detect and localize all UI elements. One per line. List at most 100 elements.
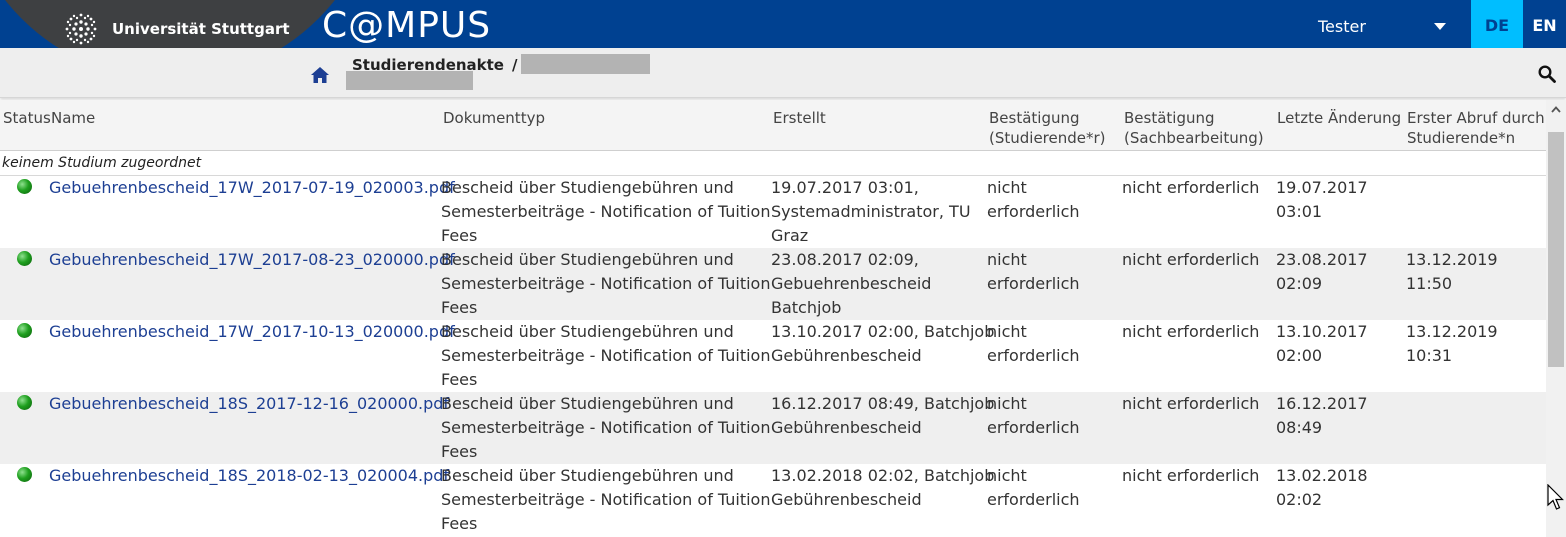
column-header-confirm-student[interactable]: Bestätigung (Studierende*r) (989, 108, 1106, 148)
document-link[interactable]: Gebuehrenbescheid_17W_2017-08-23_020000.… (49, 248, 455, 272)
status-green-icon (17, 323, 32, 338)
scrollbar-thumb[interactable] (1548, 132, 1564, 367)
column-header-confirm-admin-line2: (Sachbearbeitung) (1124, 129, 1264, 147)
document-link[interactable]: Gebuehrenbescheid_18S_2018-02-13_020004.… (49, 464, 449, 488)
first-access-cell: 13.12.2019 10:31 (1406, 322, 1498, 365)
university-name[interactable]: Universität Stuttgart (112, 20, 290, 38)
doctype-line: Fees (441, 226, 478, 245)
column-header-status[interactable]: Status (3, 108, 51, 128)
column-header-name[interactable]: Name (51, 108, 95, 128)
column-header-doctype[interactable]: Dokumenttyp (443, 108, 545, 128)
created-line: 19.07.2017 03:01, (771, 178, 919, 197)
confirm-student-cell: nicht erforderlich (987, 464, 1080, 512)
created-line: Gebührenbescheid (771, 490, 922, 509)
confirm-student-line: erforderlich (987, 202, 1080, 221)
doctype-line: Semesterbeiträge - Notification of Tuiti… (441, 346, 771, 365)
doctype-line: Semesterbeiträge - Notification of Tuiti… (441, 202, 771, 221)
status-green-icon (17, 251, 32, 266)
status-green-icon (17, 395, 32, 410)
confirm-admin-cell: nicht erforderlich (1122, 466, 1260, 485)
column-header-confirm-student-line1: Bestätigung (989, 109, 1080, 127)
confirm-student-line: erforderlich (987, 346, 1080, 365)
mouse-cursor-icon (1547, 484, 1564, 510)
top-header: Universität Stuttgart C@MPUS Tester DE E… (0, 0, 1566, 80)
last-change-time: 08:49 (1276, 418, 1323, 437)
last-change-date: 16.12.2017 (1276, 394, 1368, 413)
table-row[interactable]: Gebuehrenbescheid_18S_2017-12-16_020000.… (0, 392, 1546, 464)
doctype-cell: Bescheid über Studiengebühren und Semest… (441, 176, 770, 248)
created-line: Gebuehrenbescheid (771, 274, 932, 293)
app-title[interactable]: C@MPUS (322, 5, 491, 46)
home-icon[interactable] (310, 66, 330, 84)
confirm-student-line: erforderlich (987, 490, 1080, 509)
last-change-time: 02:00 (1276, 346, 1323, 365)
redacted-student-id (346, 71, 473, 90)
created-line: Graz (771, 226, 809, 245)
doctype-line: Bescheid über Studiengebühren und (441, 394, 734, 413)
last-change-date: 23.08.2017 (1276, 250, 1368, 269)
doctype-line: Bescheid über Studiengebühren und (441, 466, 734, 485)
confirm-student-line: erforderlich (987, 274, 1080, 293)
column-header-last-change[interactable]: Letzte Änderung (1277, 108, 1401, 128)
chevron-up-icon[interactable] (1550, 104, 1562, 116)
confirm-student-line: nicht (987, 322, 1027, 341)
table-header: Status Name Dokumenttyp Erstellt Bestäti… (0, 100, 1546, 151)
last-change-date: 13.02.2018 (1276, 466, 1368, 485)
column-header-confirm-admin[interactable]: Bestätigung (Sachbearbeitung) (1124, 108, 1264, 148)
doctype-line: Fees (441, 298, 478, 317)
created-line: Systemadministrator, TU (771, 202, 971, 221)
vertical-scrollbar[interactable] (1546, 100, 1566, 537)
documents-table: Status Name Dokumenttyp Erstellt Bestäti… (0, 100, 1546, 537)
chevron-down-icon[interactable] (1434, 23, 1446, 30)
confirm-student-cell: nicht erforderlich (987, 176, 1080, 224)
status-green-icon (17, 467, 32, 482)
column-header-created[interactable]: Erstellt (773, 108, 826, 128)
created-line: 13.02.2018 02:02, Batchjob (771, 466, 995, 485)
last-change-time: 02:02 (1276, 490, 1323, 509)
created-line: 13.10.2017 02:00, Batchjob (771, 322, 995, 341)
doctype-line: Semesterbeiträge - Notification of Tuiti… (441, 274, 771, 293)
last-change-time: 03:01 (1276, 202, 1323, 221)
table-row[interactable]: Gebuehrenbescheid_17W_2017-08-23_020000.… (0, 248, 1546, 320)
created-line: Gebührenbescheid (771, 418, 922, 437)
column-header-confirm-student-line2: (Studierende*r) (989, 129, 1106, 147)
doctype-line: Fees (441, 370, 478, 389)
confirm-student-line: nicht (987, 394, 1027, 413)
last-change-time: 02:09 (1276, 274, 1323, 293)
doctype-line: Semesterbeiträge - Notification of Tuiti… (441, 418, 771, 437)
confirm-student-cell: nicht erforderlich (987, 248, 1080, 296)
redacted-student-name (521, 54, 650, 74)
language-de-button[interactable]: DE (1471, 0, 1523, 48)
created-cell: 23.08.2017 02:09, Gebuehrenbescheid Batc… (771, 248, 931, 320)
doctype-line: Bescheid über Studiengebühren und (441, 178, 734, 197)
column-header-first-access[interactable]: Erster Abruf durch Studierende*n (1407, 108, 1545, 148)
last-change-date: 13.10.2017 (1276, 322, 1368, 341)
column-header-first-access-line1: Erster Abruf durch (1407, 109, 1545, 127)
table-row[interactable]: Gebuehrenbescheid_17W_2017-07-19_020003.… (0, 176, 1546, 248)
created-cell: 16.12.2017 08:49, Batchjob Gebührenbesch… (771, 392, 994, 440)
document-link[interactable]: Gebuehrenbescheid_17W_2017-10-13_020000.… (49, 320, 455, 344)
doctype-cell: Bescheid über Studiengebühren und Semest… (441, 320, 770, 392)
table-row[interactable]: Gebuehrenbescheid_17W_2017-10-13_020000.… (0, 320, 1546, 392)
created-cell: 13.02.2018 02:02, Batchjob Gebührenbesch… (771, 464, 994, 512)
confirm-admin-cell: nicht erforderlich (1122, 394, 1260, 413)
status-green-icon (17, 179, 32, 194)
university-logo-icon[interactable] (62, 10, 100, 48)
doctype-line: Semesterbeiträge - Notification of Tuiti… (441, 490, 771, 509)
doctype-cell: Bescheid über Studiengebühren und Semest… (441, 464, 770, 536)
document-link[interactable]: Gebuehrenbescheid_18S_2017-12-16_020000.… (49, 392, 449, 416)
confirm-admin-cell: nicht erforderlich (1122, 322, 1260, 341)
created-cell: 13.10.2017 02:00, Batchjob Gebührenbesch… (771, 320, 994, 368)
created-cell: 19.07.2017 03:01, Systemadministrator, T… (771, 176, 971, 248)
document-link[interactable]: Gebuehrenbescheid_17W_2017-07-19_020003.… (49, 176, 455, 200)
language-en-button[interactable]: EN (1523, 0, 1566, 48)
search-icon[interactable] (1538, 65, 1556, 83)
table-row[interactable]: Gebuehrenbescheid_18S_2018-02-13_020004.… (0, 464, 1546, 536)
last-change-cell: 19.07.2017 03:01 (1276, 176, 1368, 224)
doctype-line: Bescheid über Studiengebühren und (441, 322, 734, 341)
confirm-student-line: nicht (987, 250, 1027, 269)
created-line: Gebührenbescheid (771, 346, 922, 365)
last-change-cell: 23.08.2017 02:09 (1276, 248, 1368, 296)
user-menu-label[interactable]: Tester (1318, 17, 1366, 36)
created-line: Batchjob (771, 298, 842, 317)
